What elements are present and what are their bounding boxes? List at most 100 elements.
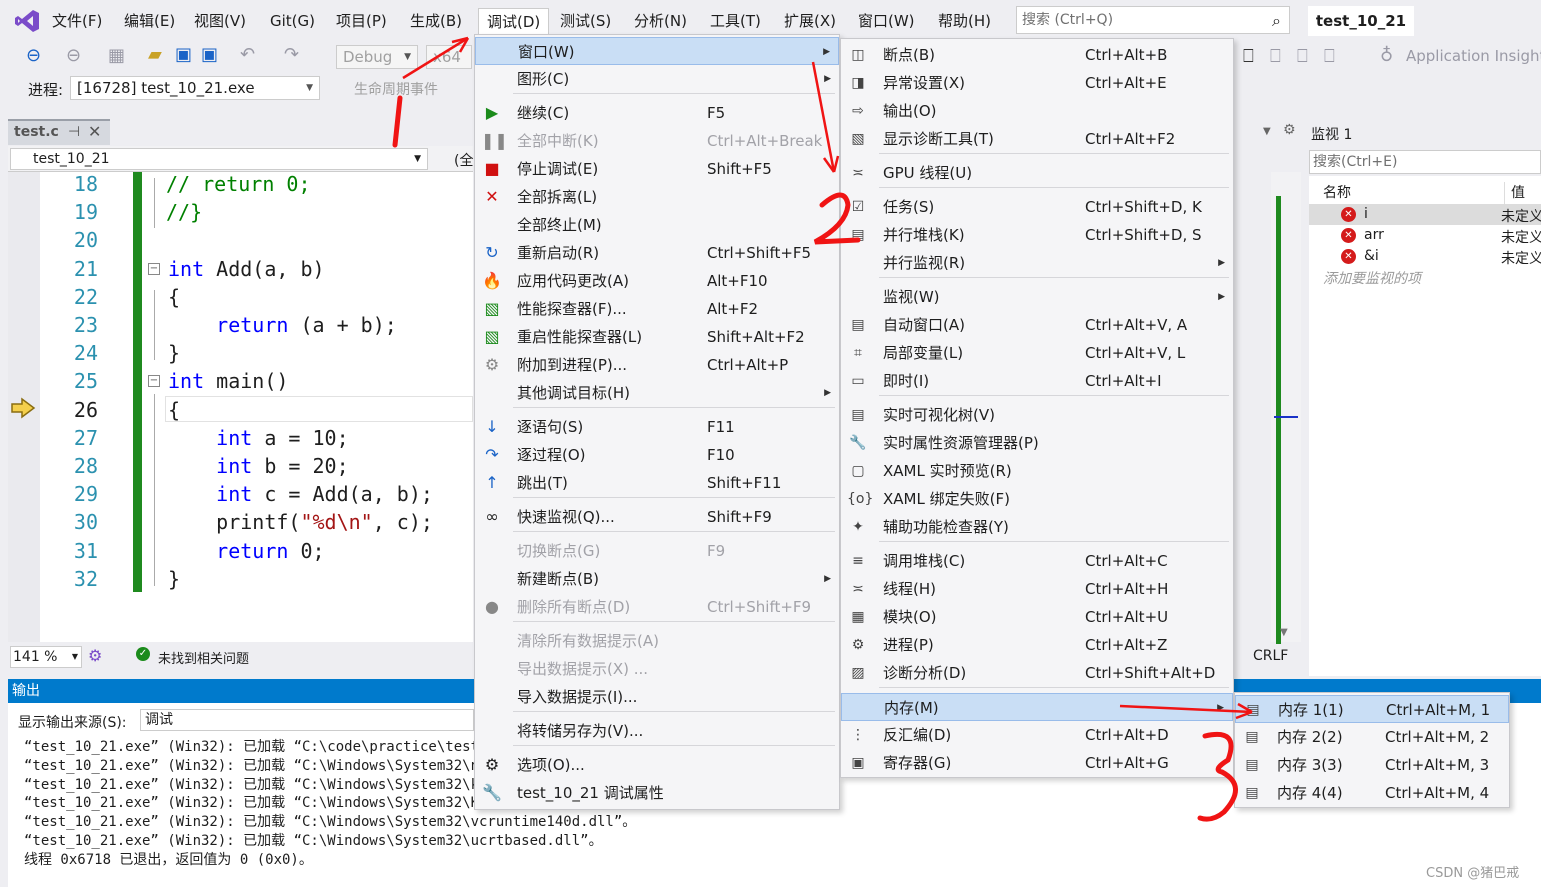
save-all-icon[interactable]: ▣ <box>201 44 218 65</box>
debug-menu-item[interactable]: 导出数据提示(X) ... <box>475 655 839 683</box>
debug-menu-item[interactable]: ∞ 快速监视(Q)... Shift+F9 <box>475 503 839 531</box>
undo-icon[interactable]: ↶ <box>240 44 255 65</box>
issues-status[interactable]: 未找到相关问题 <box>158 648 249 667</box>
collapse-icon[interactable]: − <box>148 375 160 388</box>
debug-menu-item[interactable]: ■ 停止调试(E) Shift+F5 <box>475 155 839 183</box>
debug-menu-item[interactable]: ▧ 重启性能探查器(L) Shift+Alt+F2 <box>475 323 839 351</box>
watch-row[interactable]: ✕ i 未定义 <box>1309 204 1541 225</box>
menu-5[interactable]: 生成(B) <box>404 8 468 34</box>
process-select[interactable]: [16728] test_10_21.exe ▼ <box>70 76 320 100</box>
bookmark-prev-icon[interactable]: ⎕ <box>1270 46 1281 67</box>
watch-dropdown-icon[interactable]: ▼ <box>1263 126 1271 137</box>
tab-test-c[interactable]: test.c ⊣ ✕ <box>8 119 110 145</box>
watch-row[interactable]: ✕ arr 未定义 <box>1309 225 1541 246</box>
debug-menu-item[interactable]: ⚙ 选项(O)... <box>475 751 839 779</box>
window-menu-item[interactable]: ✦ 辅助功能检查器(Y) <box>841 513 1233 541</box>
debug-menu-item[interactable]: 其他调试目标(H) ▶ <box>475 379 839 407</box>
settings-gear-icon[interactable]: ⚙ <box>1283 122 1296 138</box>
lightbulb-icon[interactable]: ♁ <box>1380 45 1393 66</box>
memory-menu-item[interactable]: ▤ 内存 1(1) Ctrl+Alt+M, 1 <box>1235 695 1509 723</box>
application-insights-button[interactable]: Application Insights <box>1406 47 1541 65</box>
window-menu-item[interactable]: ▤ 并行堆栈(K) Ctrl+Shift+D, S <box>841 221 1233 249</box>
close-icon[interactable]: ✕ <box>88 121 101 143</box>
open-folder-icon[interactable]: ▰ <box>148 44 162 65</box>
zoom-select[interactable]: 141 % ▼ <box>10 646 82 668</box>
debug-menu-item[interactable]: 切换断点(G) F9 <box>475 537 839 565</box>
memory-menu-item[interactable]: ▤ 内存 3(3) Ctrl+Alt+M, 3 <box>1235 751 1509 779</box>
debug-menu-item[interactable]: 导入数据提示(I)... <box>475 683 839 711</box>
window-menu-item[interactable]: ▤ 自动窗口(A) Ctrl+Alt+V, A <box>841 311 1233 339</box>
debug-menu-item[interactable]: 窗口(W) ▶ <box>475 37 839 65</box>
debug-menu-item[interactable]: ▧ 性能探查器(F)... Alt+F2 <box>475 295 839 323</box>
watch-search-input[interactable]: 搜索(Ctrl+E) <box>1309 150 1541 174</box>
bookmark-next-icon[interactable]: ⎕ <box>1297 46 1308 67</box>
window-menu-item[interactable]: ≍ GPU 线程(U) <box>841 159 1233 187</box>
redo-icon[interactable]: ↷ <box>284 44 299 65</box>
memory-menu-item[interactable]: ▤ 内存 4(4) Ctrl+Alt+M, 4 <box>1235 779 1509 807</box>
window-menu-item[interactable]: ▦ 模块(O) Ctrl+Alt+U <box>841 603 1233 631</box>
window-menu-item[interactable]: 监视(W) ▶ <box>841 283 1233 311</box>
window-menu-item[interactable]: ▧ 显示诊断工具(T) Ctrl+Alt+F2 <box>841 125 1233 153</box>
menu-11[interactable]: 窗口(W) <box>852 8 921 34</box>
menu-3[interactable]: Git(G) <box>264 8 321 34</box>
window-menu-item[interactable]: ▤ 实时可视化树(V) <box>841 401 1233 429</box>
bookmark-icon[interactable]: ⎕ <box>1243 46 1254 67</box>
debug-menu-item[interactable]: ● 删除所有断点(D) Ctrl+Shift+F9 <box>475 593 839 621</box>
forward-icon[interactable]: ⊖ <box>66 45 81 66</box>
window-menu-item[interactable]: ◨ 异常设置(X) Ctrl+Alt+E <box>841 69 1233 97</box>
debug-menu-item[interactable]: 新建断点(B) ▶ <box>475 565 839 593</box>
platform-select[interactable]: x64 <box>426 45 472 69</box>
window-menu-item[interactable]: ▣ 寄存器(G) Ctrl+Alt+G <box>841 749 1233 777</box>
lifecycle-events[interactable]: 生命周期事件 <box>354 79 438 99</box>
watch-col-name[interactable]: 名称 <box>1323 182 1351 202</box>
search-input[interactable]: 搜索 (Ctrl+Q) ⌕ <box>1016 6 1290 34</box>
menu-1[interactable]: 编辑(E) <box>118 8 181 34</box>
scope-select[interactable]: (全 <box>454 150 473 170</box>
menu-2[interactable]: 视图(V) <box>188 8 252 34</box>
menu-0[interactable]: 文件(F) <box>46 8 108 34</box>
menu-9[interactable]: 工具(T) <box>704 8 767 34</box>
vs-logo-icon[interactable] <box>14 8 40 34</box>
menu-10[interactable]: 扩展(X) <box>778 8 842 34</box>
window-menu-item[interactable]: 🔧 实时属性资源管理器(P) <box>841 429 1233 457</box>
window-menu-item[interactable]: ≍ 线程(H) Ctrl+Alt+H <box>841 575 1233 603</box>
output-source-select[interactable]: 调试 <box>140 709 474 731</box>
window-menu-item[interactable]: ⋮ 反汇编(D) Ctrl+Alt+D <box>841 721 1233 749</box>
window-menu-item[interactable]: ⌗ 局部变量(L) Ctrl+Alt+V, L <box>841 339 1233 367</box>
window-menu-item[interactable]: ▭ 即时(I) Ctrl+Alt+I <box>841 367 1233 395</box>
pin-icon[interactable]: ⊣ <box>68 121 80 143</box>
watch-col-value[interactable]: 值 <box>1504 182 1525 204</box>
project-scope-select[interactable]: test_10_21 ▼ <box>10 148 428 170</box>
window-menu-item[interactable]: ☑ 任务(S) Ctrl+Shift+D, K <box>841 193 1233 221</box>
new-project-icon[interactable]: ▦ <box>108 45 125 66</box>
debug-menu-item[interactable]: 全部终止(M) <box>475 211 839 239</box>
debug-menu-item[interactable]: ✕ 全部拆离(L) <box>475 183 839 211</box>
debug-menu-item[interactable]: 🔥 应用代码更改(A) Alt+F10 <box>475 267 839 295</box>
debug-menu-item[interactable]: ↻ 重新启动(R) Ctrl+Shift+F5 <box>475 239 839 267</box>
menu-7[interactable]: 测试(S) <box>554 8 617 34</box>
watch-row[interactable]: ✕ &i 未定义 <box>1309 246 1541 267</box>
watch-add-hint[interactable]: 添加要监视的项 <box>1323 268 1421 288</box>
debug-menu-item[interactable]: 将转储另存为(V)... <box>475 717 839 745</box>
debug-menu-item[interactable]: ⚙ 附加到进程(P)... Ctrl+Alt+P <box>475 351 839 379</box>
save-icon[interactable]: ▣ <box>175 44 192 65</box>
menu-4[interactable]: 项目(P) <box>330 8 393 34</box>
debug-menu-item[interactable]: ▶ 继续(C) F5 <box>475 99 839 127</box>
window-menu-item[interactable]: ▨ 诊断分析(D) Ctrl+Shift+Alt+D <box>841 659 1233 687</box>
scroll-down-icon[interactable]: ▼ <box>1280 627 1288 638</box>
debug-menu-item[interactable]: 清除所有数据提示(A) <box>475 627 839 655</box>
debug-menu-item[interactable]: ↓ 逐语句(S) F11 <box>475 413 839 441</box>
menu-12[interactable]: 帮助(H) <box>932 8 997 34</box>
debug-menu-item[interactable]: ↑ 跳出(T) Shift+F11 <box>475 469 839 497</box>
line-ending[interactable]: CRLF <box>1253 648 1288 664</box>
intellicode-icon[interactable]: ⚙ <box>88 646 102 665</box>
window-menu-item[interactable]: 内存(M) ▶ <box>841 693 1233 721</box>
debug-menu-item[interactable]: 图形(C) ▶ <box>475 65 839 93</box>
debug-menu-item[interactable]: ↷ 逐过程(O) F10 <box>475 441 839 469</box>
configuration-select[interactable]: Debug ▼ <box>336 45 418 69</box>
window-menu-item[interactable]: ⚙ 进程(P) Ctrl+Alt+Z <box>841 631 1233 659</box>
window-menu-item[interactable]: ⇨ 输出(O) <box>841 97 1233 125</box>
window-menu-item[interactable]: ≡ 调用堆栈(C) Ctrl+Alt+C <box>841 547 1233 575</box>
memory-menu-item[interactable]: ▤ 内存 2(2) Ctrl+Alt+M, 2 <box>1235 723 1509 751</box>
back-icon[interactable]: ⊖ <box>26 45 41 66</box>
